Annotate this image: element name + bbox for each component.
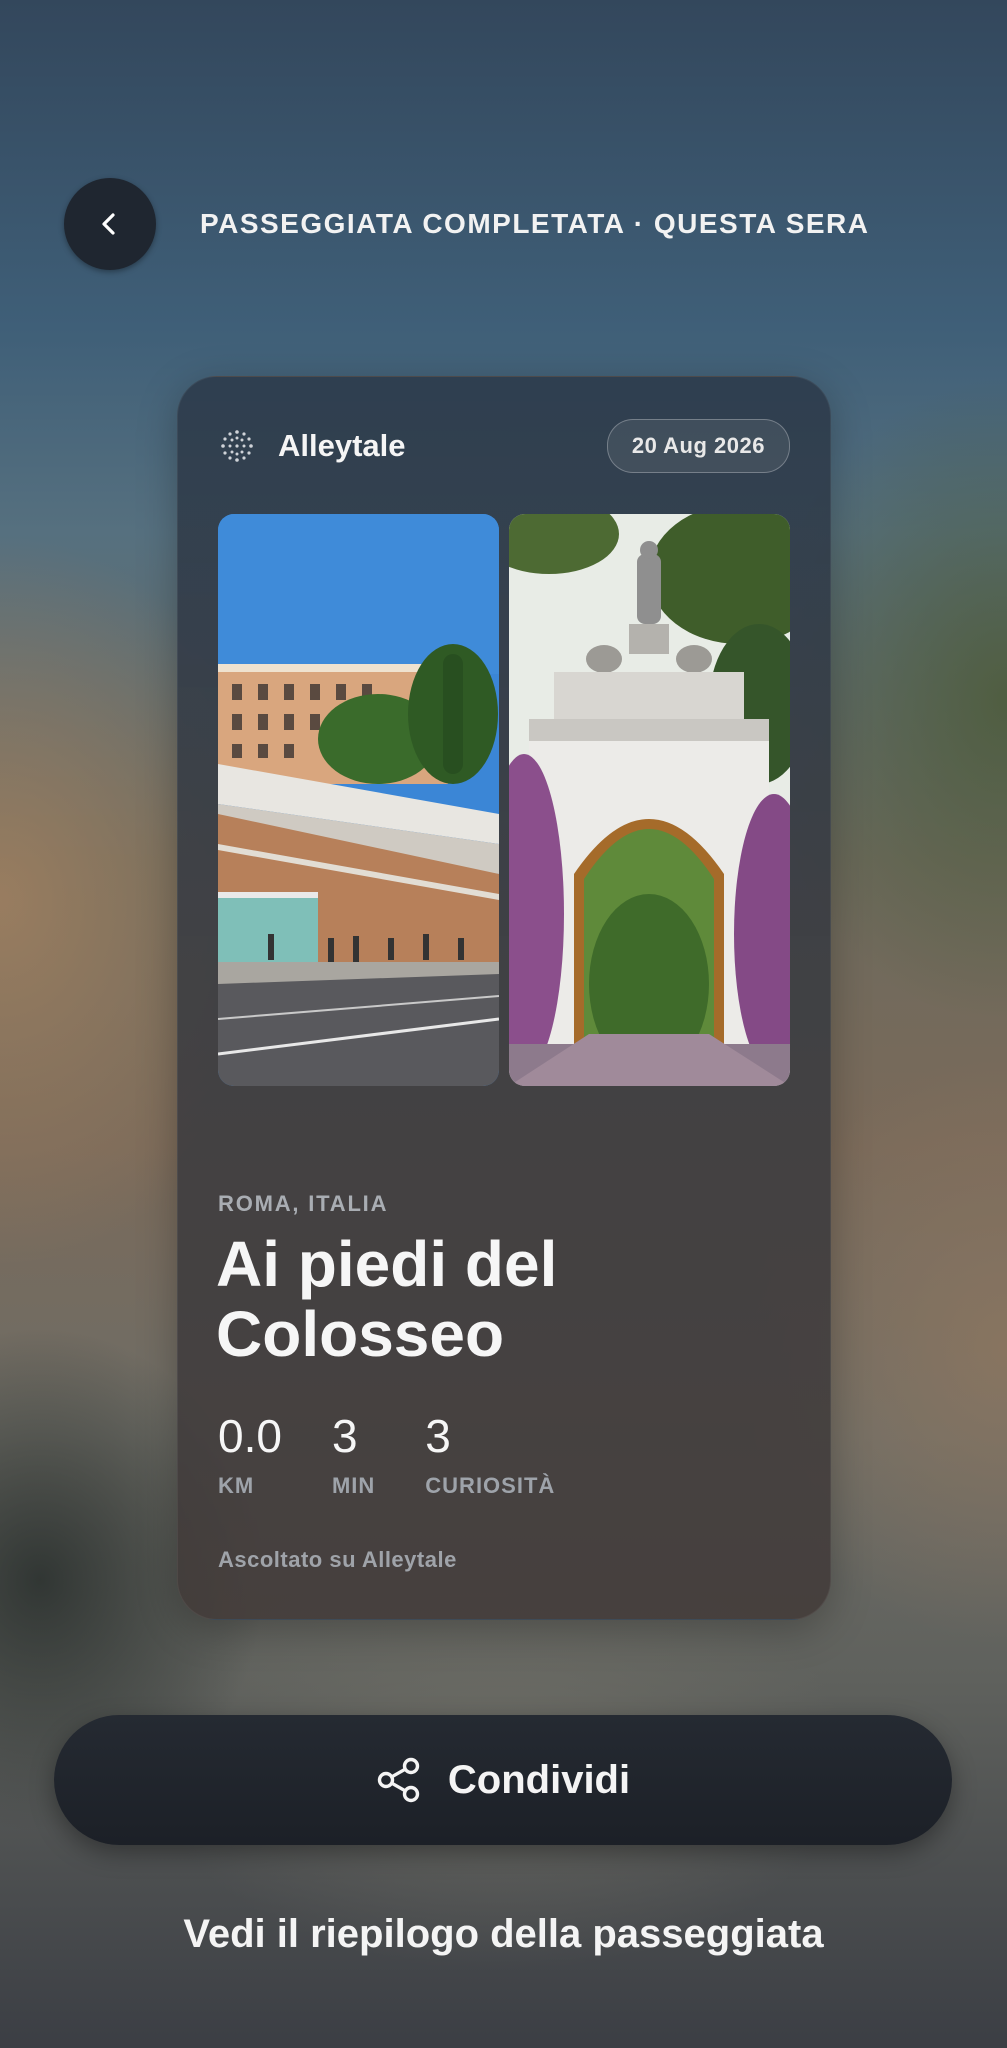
dotted-sphere-icon: [221, 430, 253, 462]
stat-distance: 0.0 KM: [218, 1411, 282, 1499]
listened-on-note: Ascoltato su Alleytale: [218, 1547, 457, 1572]
date-badge: 20 Aug 2026: [606, 419, 790, 473]
brand: Alleytale: [220, 428, 406, 464]
stat-label: MIN: [331, 1473, 376, 1498]
view-summary-link[interactable]: Vedi il riepilogo della passeggiata: [0, 1912, 1007, 1957]
photo-street: [218, 514, 499, 1086]
stat-value: 3: [331, 1410, 358, 1462]
top-bar: PASSEGGIATA COMPLETATA · QUESTA SERA: [64, 178, 967, 270]
stat-duration: 3 MIN: [332, 1411, 375, 1499]
location-label: ROMA, ITALIA: [218, 1191, 389, 1216]
stat-label: KM: [218, 1473, 255, 1498]
brand-name: Alleytale: [278, 428, 406, 463]
page-title: PASSEGGIATA COMPLETATA · QUESTA SERA: [200, 208, 870, 239]
card-header: Alleytale 20 Aug 2026: [220, 419, 790, 473]
share-button[interactable]: Condividi: [54, 1715, 952, 1845]
photo-gallery: [218, 514, 790, 1086]
walk-stats: 0.0 KM 3 MIN 3 CURIOSITÀ: [218, 1411, 605, 1499]
stat-curiosities: 3 CURIOSITÀ: [425, 1411, 555, 1499]
share-label: Condividi: [447, 1757, 631, 1802]
stat-value: 3: [425, 1410, 451, 1462]
photo-arch: [509, 514, 790, 1086]
stat-value: 0.0: [218, 1410, 282, 1462]
chevron-left-icon: [102, 213, 115, 235]
walk-title: Ai piedi del Colosseo: [216, 1228, 558, 1370]
back-button[interactable]: [64, 178, 156, 270]
stat-label: CURIOSITÀ: [425, 1473, 556, 1498]
walk-summary-card: Alleytale 20 Aug 2026 ROMA, ITALIA Ai pi…: [177, 376, 831, 1620]
share-icon: [377, 1757, 420, 1803]
